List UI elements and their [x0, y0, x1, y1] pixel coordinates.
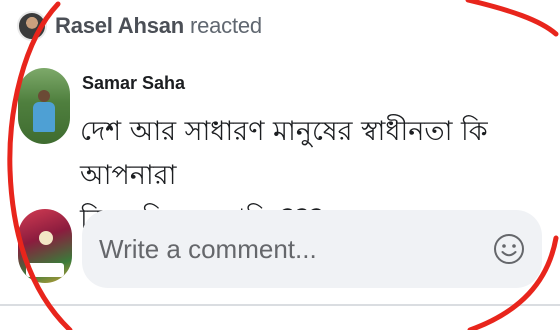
avatar-figure-head — [38, 90, 50, 102]
avatar-decoration — [39, 231, 53, 245]
comment-composer[interactable] — [82, 210, 542, 288]
avatar-badge — [26, 263, 64, 277]
commenter-name[interactable]: Samar Saha — [82, 73, 185, 94]
current-user-avatar[interactable] — [18, 209, 72, 283]
divider — [0, 304, 560, 306]
reaction-row: Rasel Ahsan reacted — [17, 6, 262, 46]
comment-thread: Rasel Ahsan reacted Samar Saha দেশ আর সা… — [0, 0, 560, 330]
reaction-action: reacted — [189, 13, 262, 38]
reactor-avatar[interactable] — [17, 11, 47, 41]
avatar-figure-body — [33, 102, 55, 132]
comment-line: দেশ আর সাধারণ মানুষের স্বাধীনতা কি আপনার… — [80, 116, 488, 191]
reaction-text: Rasel Ahsan reacted — [55, 13, 262, 39]
smiley-icon[interactable] — [492, 232, 526, 266]
comment-input[interactable] — [82, 218, 492, 280]
reactor-name[interactable]: Rasel Ahsan — [55, 13, 184, 38]
commenter-avatar[interactable] — [18, 68, 70, 144]
